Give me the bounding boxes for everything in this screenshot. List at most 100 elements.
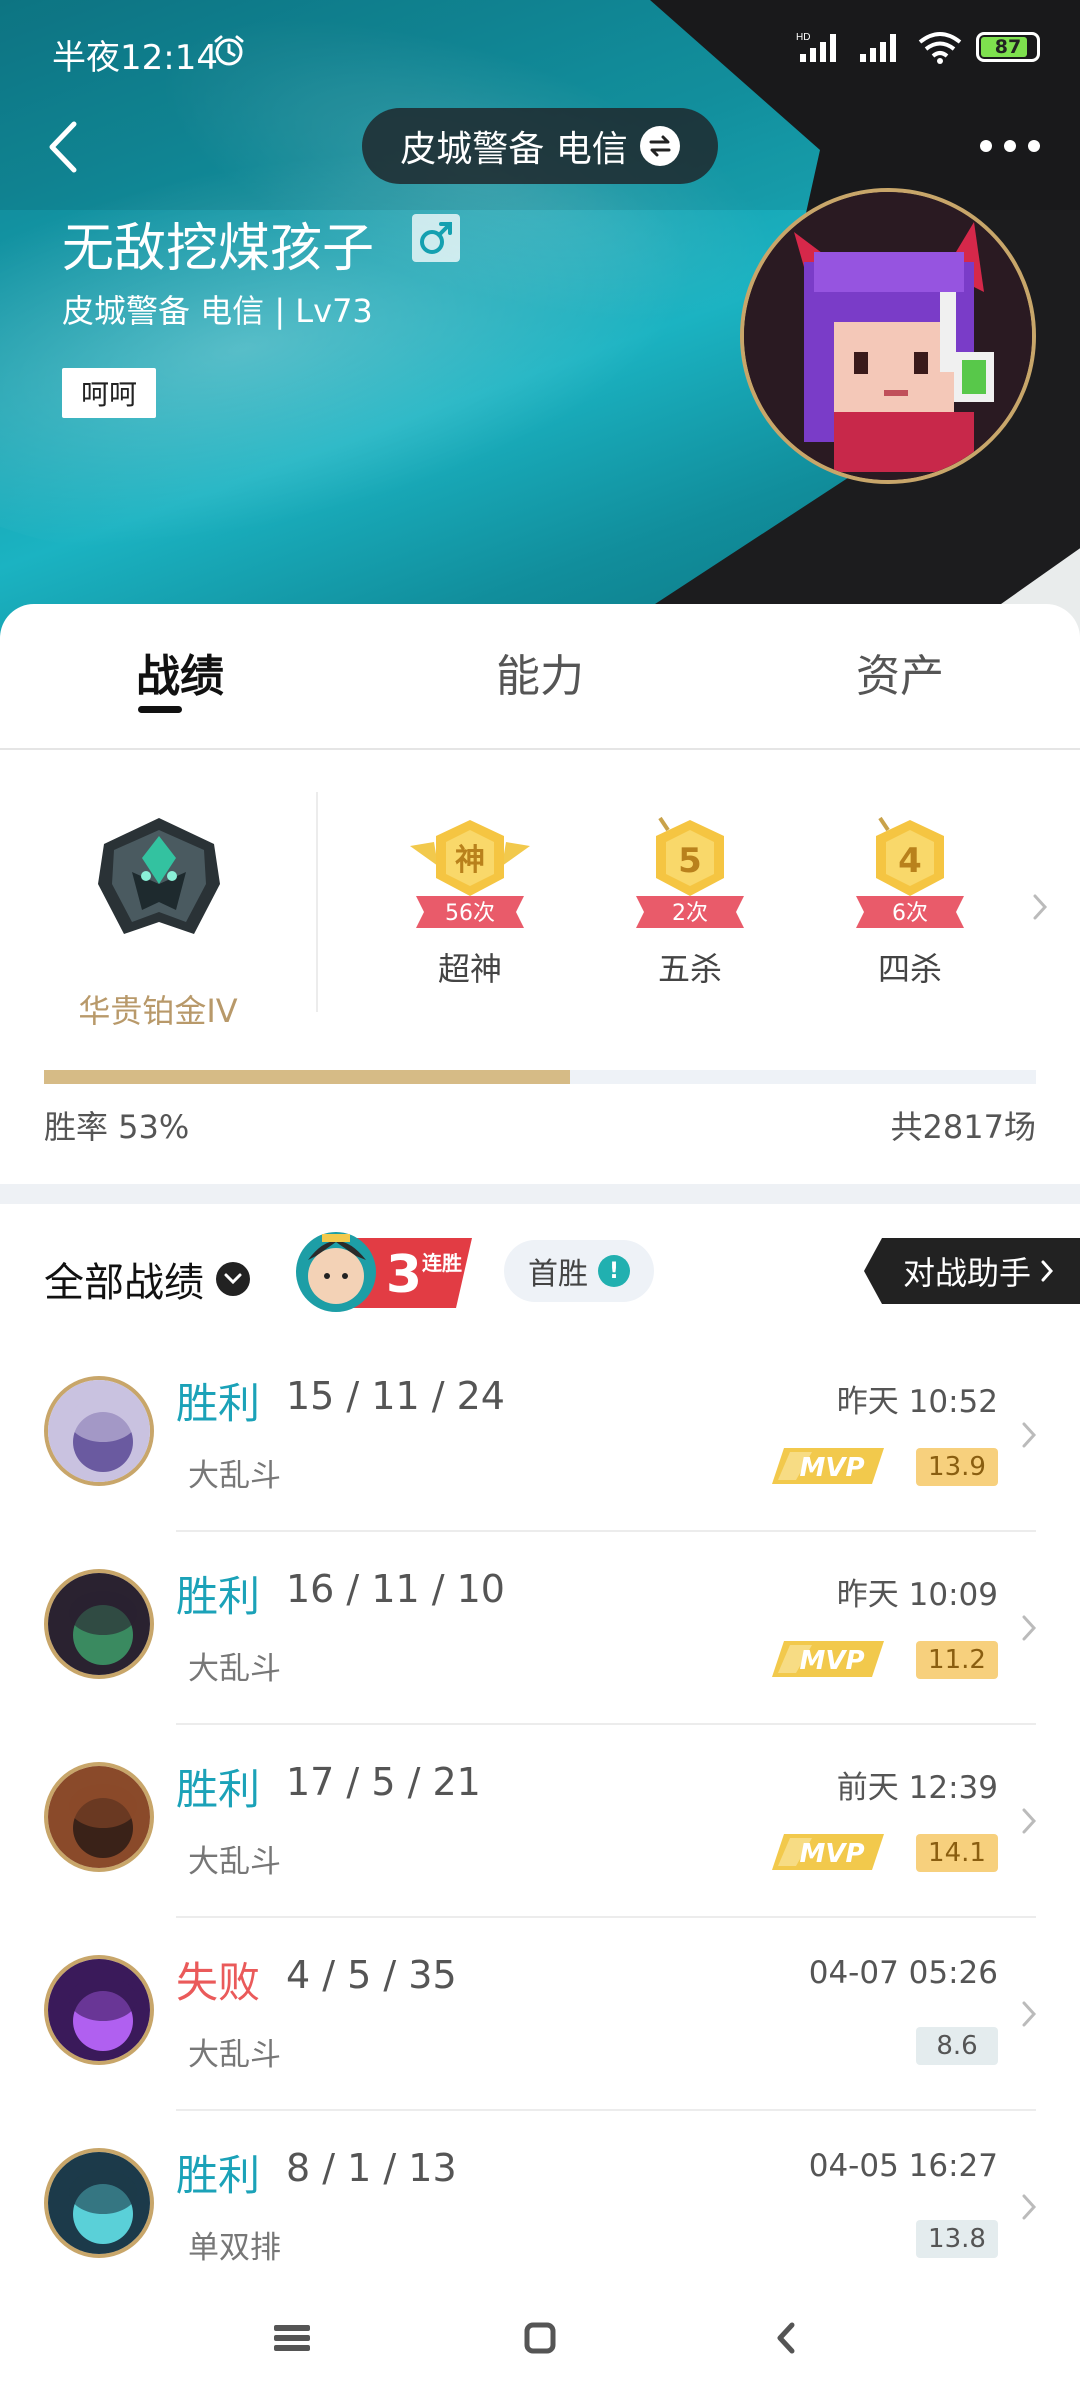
rank-summary: 华贵铂金IV 神 56次 超神 5 2次 五杀 4 6次 四杀 胜率 53% 共… <box>0 752 1080 1176</box>
match-mode: 大乱斗 <box>188 2037 281 2073</box>
player-avatar[interactable] <box>740 188 1036 484</box>
back-chevron-icon <box>777 2322 795 2354</box>
match-kda: 17 / 5 / 21 <box>286 1760 481 1804</box>
chevron-right-icon <box>1022 2001 1037 2027</box>
achievement-glyph: 5 <box>678 841 702 881</box>
achievement-count: 56次 <box>445 901 495 926</box>
battery-level: 87 <box>994 36 1022 58</box>
signal-icon <box>860 34 896 62</box>
match-row[interactable]: 胜利 16 / 11 / 10 大乱斗 昨天 10:09 MVP 11.2 <box>0 1533 1080 1725</box>
match-result: 失败 <box>176 1958 261 2007</box>
achievement-penta-kill[interactable]: 5 2次 五杀 <box>620 812 760 990</box>
legendary-badge-icon: 神 56次 <box>410 820 530 928</box>
winrate-text: 胜率 53% <box>44 1108 190 1146</box>
match-row[interactable]: 失败 4 / 5 / 35 大乱斗 04-07 05:26 8.6 <box>0 1919 1080 2111</box>
match-row[interactable]: 胜利 17 / 5 / 21 大乱斗 前天 12:39 MVP 14.1 <box>0 1726 1080 1918</box>
match-mode: 大乱斗 <box>188 1458 281 1494</box>
mvp-badge-icon: MVP <box>772 1834 884 1870</box>
chevron-down-icon <box>216 1262 250 1296</box>
achievement-count: 2次 <box>672 901 708 926</box>
winrate-progress-bar <box>44 1070 1036 1084</box>
match-row[interactable]: 胜利 15 / 11 / 24 大乱斗 昨天 10:52 MVP 13.9 <box>0 1340 1080 1532</box>
total-games-text: 共2817场 <box>890 1108 1036 1146</box>
mvp-text: MVP <box>799 1839 864 1869</box>
streak-count: 3 <box>386 1245 422 1305</box>
first-win-label: 首胜 <box>528 1257 588 1292</box>
active-tab-indicator <box>138 706 182 713</box>
rank-name: 华贵铂金IV <box>78 992 238 1030</box>
chevron-right-icon <box>1022 1808 1037 1834</box>
system-navigation-bar <box>0 2270 1080 2400</box>
more-options-button[interactable] <box>980 134 1040 158</box>
match-time: 昨天 10:09 <box>836 1577 998 1613</box>
match-kda: 8 / 1 / 13 <box>286 2146 457 2190</box>
achievement-label: 四杀 <box>877 950 942 988</box>
home-button[interactable] <box>510 2308 570 2368</box>
chevron-right-icon <box>1022 1422 1037 1448</box>
tab-ability[interactable]: 能力 <box>420 640 660 704</box>
match-kda: 4 / 5 / 35 <box>286 1953 457 1997</box>
match-filter-label: 全部战绩 <box>44 1260 204 1306</box>
match-result: 胜利 <box>176 1572 261 1621</box>
achievement-legendary[interactable]: 神 56次 超神 <box>400 812 540 990</box>
win-streak-badge[interactable]: 3 连胜 <box>296 1226 472 1316</box>
match-mode: 大乱斗 <box>188 1844 281 1880</box>
player-name: 无敌挖煤孩子 <box>62 219 375 279</box>
achievement-glyph: 4 <box>898 841 922 881</box>
match-result: 胜利 <box>176 1379 261 1428</box>
profile-tabs: 战绩 能力 资产 <box>0 604 1080 750</box>
match-score: 13.9 <box>916 1448 998 1486</box>
chevron-right-icon <box>1022 1615 1037 1641</box>
match-score: 13.8 <box>916 2220 998 2258</box>
menu-icon <box>274 2325 310 2351</box>
match-filter-dropdown[interactable]: 全部战绩 <box>44 1250 250 1308</box>
wifi-icon <box>918 32 962 64</box>
match-time: 前天 12:39 <box>836 1770 998 1806</box>
champion-avatar <box>44 1376 154 1486</box>
champion-avatar <box>44 1762 154 1872</box>
mvp-text: MVP <box>799 1646 864 1676</box>
match-time: 昨天 10:52 <box>836 1384 998 1420</box>
status-time: 半夜12:14 <box>52 38 218 78</box>
match-mode: 大乱斗 <box>188 1651 281 1687</box>
battery-icon: 87 <box>976 32 1040 62</box>
player-tag[interactable]: 呵呵 <box>62 368 156 418</box>
server-switch-button[interactable]: 皮城警备 电信 <box>362 108 718 184</box>
row-divider <box>176 1723 1036 1725</box>
back-button[interactable] <box>40 112 86 182</box>
achievement-glyph: 神 <box>455 843 485 878</box>
achievement-label: 五杀 <box>657 950 722 988</box>
match-kda: 16 / 11 / 10 <box>286 1567 505 1611</box>
alarm-icon <box>214 35 244 66</box>
match-time: 04-07 05:26 <box>808 1955 998 1991</box>
home-square-icon <box>524 2322 556 2354</box>
platinum-rank-icon[interactable] <box>94 814 224 944</box>
pixel-avatar-image <box>744 192 1032 480</box>
chevron-right-icon[interactable] <box>1030 892 1050 922</box>
divider <box>316 792 318 1012</box>
row-divider <box>176 2109 1036 2111</box>
status-bar: 半夜12:14 HD 87 <box>0 0 1080 104</box>
achievement-quadra-kill[interactable]: 4 6次 四杀 <box>840 812 980 990</box>
match-score: 11.2 <box>916 1641 998 1679</box>
section-divider <box>0 1184 1080 1204</box>
tab-assets[interactable]: 资产 <box>780 640 1020 704</box>
male-gender-icon <box>412 214 460 262</box>
champion-avatar <box>44 1955 154 2065</box>
tab-record[interactable]: 战绩 <box>60 640 300 704</box>
battle-assistant-button[interactable]: 对战助手 <box>864 1238 1080 1304</box>
champion-avatar <box>44 2148 154 2258</box>
battle-assistant-label: 对战助手 <box>902 1254 1031 1292</box>
swap-icon <box>639 126 680 166</box>
signal-icon: HD <box>796 32 836 62</box>
champion-avatar <box>44 1569 154 1679</box>
match-result: 胜利 <box>176 2151 261 2200</box>
menu-button[interactable] <box>262 2308 322 2368</box>
match-score: 14.1 <box>916 1834 998 1872</box>
nav-back-button[interactable] <box>756 2308 816 2368</box>
match-score: 8.6 <box>916 2027 998 2065</box>
winrate-progress-fill <box>44 1070 570 1084</box>
first-win-pill[interactable]: 首胜 ! <box>504 1240 654 1302</box>
streak-text: 连胜 <box>422 1251 462 1275</box>
row-divider <box>176 1916 1036 1918</box>
